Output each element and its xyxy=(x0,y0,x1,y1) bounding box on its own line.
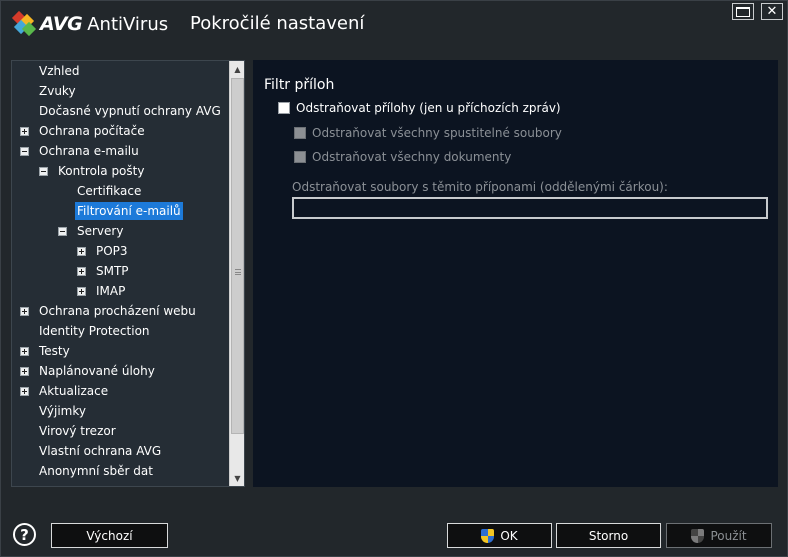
remove-executables-checkbox[interactable]: Odstraňovat všechny spustitelné soubory xyxy=(294,126,562,140)
tree-item[interactable]: Zvuky xyxy=(37,82,78,100)
apply-button[interactable]: Použít xyxy=(666,523,772,548)
close-button[interactable]: ✕ xyxy=(761,3,783,20)
remove-attachments-label: Odstraňovat přílohy (jen u příchozích zp… xyxy=(296,101,561,115)
tree-item-label: Certifikace xyxy=(77,184,142,198)
shield-icon xyxy=(691,528,705,543)
maximize-icon xyxy=(736,6,750,17)
title-bar: AVG AntiVirus Pokročilé nastavení ✕ xyxy=(1,1,787,49)
maximize-button[interactable] xyxy=(732,3,754,20)
expand-plus-icon[interactable] xyxy=(20,126,29,136)
tree-item[interactable]: Aktualizace xyxy=(20,382,110,400)
tree-item[interactable]: Výjimky xyxy=(37,402,88,420)
remove-attachments-checkbox[interactable]: Odstraňovat přílohy (jen u příchozích zp… xyxy=(278,101,561,115)
tree-item[interactable]: POP3 xyxy=(77,242,130,260)
expand-plus-icon[interactable] xyxy=(20,366,29,376)
tree-item[interactable]: Certifikace xyxy=(75,182,143,200)
expand-plus-icon[interactable] xyxy=(20,386,29,396)
page-title: Pokročilé nastavení xyxy=(190,13,365,34)
checkbox-box[interactable] xyxy=(294,151,306,163)
logo-product: AntiVirus xyxy=(87,13,169,35)
tree-item-label: Ochrana e-mailu xyxy=(39,144,139,158)
ok-button[interactable]: OK xyxy=(447,523,552,548)
expand-plus-icon[interactable] xyxy=(77,246,86,256)
remove-documents-label: Odstraňovat všechny dokumenty xyxy=(312,150,512,164)
tree-item[interactable]: Kontrola pošty xyxy=(39,162,146,180)
tree-item-label: Kontrola pošty xyxy=(58,164,145,178)
collapse-minus-icon[interactable] xyxy=(58,226,67,236)
avg-logo: AVG AntiVirus xyxy=(11,10,169,37)
help-icon[interactable]: ? xyxy=(13,523,36,546)
collapse-minus-icon[interactable] xyxy=(20,146,29,156)
section-title: Filtr příloh xyxy=(264,77,335,93)
expand-plus-icon[interactable] xyxy=(20,346,29,356)
tree-item[interactable]: Naplánované úlohy xyxy=(20,362,157,380)
tree-item-label: POP3 xyxy=(96,244,128,258)
cancel-button[interactable]: Storno xyxy=(556,523,661,548)
tree-item-label: Dočasné vypnutí ochrany AVG xyxy=(39,104,221,118)
cancel-button-label: Storno xyxy=(588,528,629,543)
apply-button-label: Použít xyxy=(710,528,747,543)
tree-item-label: Testy xyxy=(39,344,70,358)
remove-executables-label: Odstraňovat všechny spustitelné soubory xyxy=(312,126,562,140)
tree-item-label: Vlastní ochrana AVG xyxy=(39,444,162,458)
extensions-label: Odstraňovat soubory s těmito příponami (… xyxy=(292,180,668,194)
settings-tree: Vzhled Zvuky Dočasné vypnutí ochrany AVG Oc… xyxy=(12,61,228,486)
tree-item[interactable]: SMTP xyxy=(77,262,131,280)
tree-item-label: Ochrana procházení webu xyxy=(39,304,196,318)
tree-item[interactable]: Servery xyxy=(58,222,125,240)
remove-documents-checkbox[interactable]: Odstraňovat všechny dokumenty xyxy=(294,150,511,164)
tree-item-label: Servery xyxy=(77,224,124,238)
tree-item-label: Anonymní sběr dat xyxy=(39,464,153,478)
settings-tree-panel: Vzhled Zvuky Dočasné vypnutí ochrany AVG Oc… xyxy=(11,60,245,487)
tree-item-label: Naplánované úlohy xyxy=(39,364,155,378)
collapse-minus-icon[interactable] xyxy=(39,166,48,176)
settings-content-panel: Filtr příloh Odstraňovat přílohy (jen u … xyxy=(253,60,778,487)
close-icon: ✕ xyxy=(766,4,778,19)
tree-item[interactable]: Ochrana e-mailu xyxy=(20,142,141,160)
tree-item[interactable]: IMAP xyxy=(77,282,127,300)
tree-item[interactable]: Anonymní sběr dat xyxy=(37,462,155,480)
tree-item[interactable]: Identity Protection xyxy=(37,322,152,340)
extensions-input[interactable] xyxy=(292,197,768,219)
tree-item-label: SMTP xyxy=(96,264,129,278)
checkbox-box[interactable] xyxy=(294,127,306,139)
default-button-label: Výchozí xyxy=(86,528,133,543)
avg-logo-icon xyxy=(11,10,37,37)
expand-plus-icon[interactable] xyxy=(20,306,29,316)
scroll-up-arrow-icon[interactable]: ▲ xyxy=(230,61,244,77)
shield-icon xyxy=(481,528,495,543)
tree-item-label: Ochrana počítače xyxy=(39,124,145,138)
ok-button-label: OK xyxy=(500,528,518,543)
tree-item[interactable]: Filtrování e-mailů xyxy=(75,202,183,220)
tree-scrollbar[interactable]: ▲ ▼ xyxy=(229,61,244,486)
tree-item-label: Aktualizace xyxy=(39,384,109,398)
tree-item-label: Virový trezor xyxy=(39,424,116,438)
default-button[interactable]: Výchozí xyxy=(51,523,168,548)
tree-item[interactable]: Dočasné vypnutí ochrany AVG xyxy=(37,102,223,120)
tree-item[interactable]: Vlastní ochrana AVG xyxy=(37,442,163,460)
tree-item[interactable]: Vzhled xyxy=(37,62,81,80)
checkbox-box[interactable] xyxy=(278,102,290,114)
expand-plus-icon[interactable] xyxy=(77,266,86,276)
logo-brand: AVG xyxy=(40,13,83,35)
scroll-down-arrow-icon[interactable]: ▼ xyxy=(230,470,244,486)
tree-item[interactable]: Ochrana počítače xyxy=(20,122,147,140)
tree-item-label: Filtrování e-mailů xyxy=(75,202,183,220)
tree-item-label: Zvuky xyxy=(39,84,76,98)
scrollbar-thumb[interactable] xyxy=(231,78,244,434)
expand-plus-icon[interactable] xyxy=(77,286,86,296)
tree-item-label: Identity Protection xyxy=(39,324,150,338)
scrollbar-grip-icon xyxy=(235,269,241,275)
advanced-settings-window: AVG AntiVirus Pokročilé nastavení ✕ Vzhl… xyxy=(0,0,788,557)
tree-item[interactable]: Virový trezor xyxy=(37,422,118,440)
tree-item-label: IMAP xyxy=(96,284,126,298)
tree-item[interactable]: Testy xyxy=(20,342,72,360)
tree-item-label: Výjimky xyxy=(39,404,86,418)
tree-item[interactable]: Ochrana procházení webu xyxy=(20,302,198,320)
tree-item-label: Vzhled xyxy=(39,64,80,78)
